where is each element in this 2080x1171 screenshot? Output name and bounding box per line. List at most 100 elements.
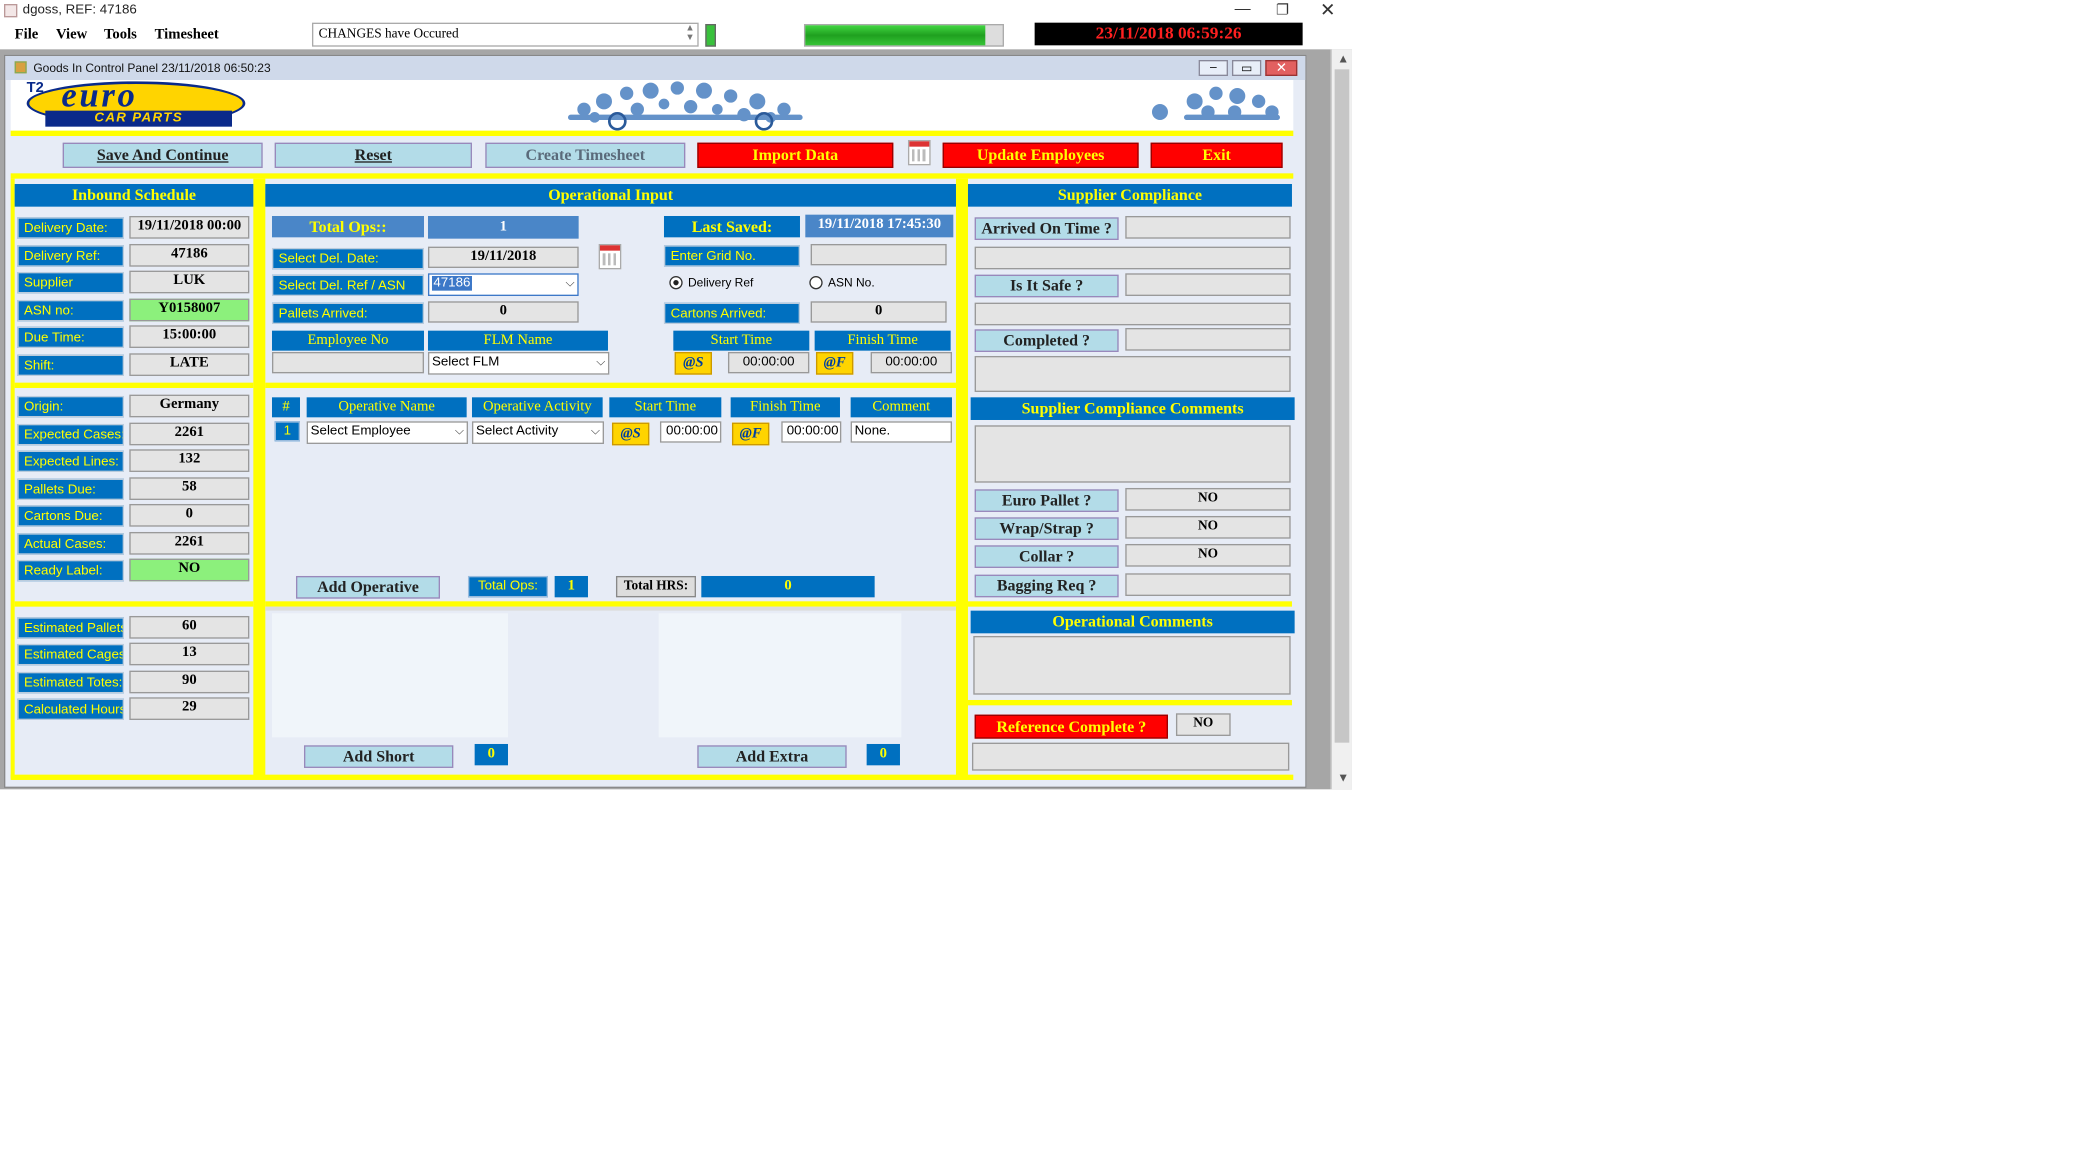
window-titlebar: dgoss, REF: 47186 — ❐ ✕	[0, 0, 1352, 23]
save-and-continue-button[interactable]: Save And Continue	[62, 142, 263, 168]
start-time-header: Start Time	[673, 330, 810, 351]
inbound-value: Y0158007	[129, 297, 250, 321]
flm-select[interactable]: Select FLM ⌵	[427, 351, 610, 375]
menu-bar: File View Tools Timesheet CHANGES have O…	[0, 22, 1352, 50]
operational-comments[interactable]	[973, 635, 1291, 695]
footer-divider	[10, 774, 1294, 780]
create-timesheet-button[interactable]: Create Timesheet	[485, 142, 686, 168]
menu-tools[interactable]: Tools	[104, 27, 137, 43]
reference-complete-value[interactable]: NO	[1175, 713, 1231, 736]
column-divider-1	[253, 178, 266, 779]
child-app-icon	[14, 61, 27, 74]
euro-pallet-value[interactable]: NO	[1125, 487, 1291, 511]
operative-activity-select[interactable]: Select Activity ⌵	[471, 421, 604, 444]
scroll-down-icon[interactable]: ▼	[1337, 771, 1349, 784]
flm-start-time[interactable]: 00:00:00	[727, 351, 810, 374]
arrived-on-time-notes[interactable]	[974, 246, 1291, 270]
menu-view[interactable]: View	[56, 27, 87, 43]
completed-label: Completed ?	[974, 329, 1119, 352]
del-ref-value: 47186	[431, 275, 472, 291]
wrap-strap-value[interactable]: NO	[1125, 515, 1291, 539]
close-icon[interactable]: ✕	[1320, 0, 1336, 21]
ops-col-comment: Comment	[850, 397, 952, 418]
exit-button[interactable]: Exit	[1150, 142, 1283, 168]
scroll-arrows-icon[interactable]: ▲ ▼	[685, 23, 694, 43]
operative-start-now-button[interactable]: @S	[611, 422, 650, 446]
date-picker-icon[interactable]	[598, 243, 622, 270]
total-ops-value: 1	[427, 215, 579, 239]
scroll-thumb[interactable]	[1334, 69, 1350, 743]
delivery-ref-radio[interactable]	[669, 275, 683, 290]
del-ref-select[interactable]: 47186 ⌵	[427, 273, 579, 296]
extra-count: 0	[866, 743, 900, 766]
operative-employee-select[interactable]: Select Employee ⌵	[306, 421, 468, 444]
child-close-icon[interactable]: ✕	[1265, 59, 1298, 76]
child-maximize-icon[interactable]: ▭	[1231, 59, 1262, 76]
inbound-value: 15:00:00	[129, 325, 250, 348]
inbound-label: Origin:	[17, 395, 124, 418]
flm-finish-now-button[interactable]: @F	[815, 351, 854, 375]
inbound-divider-1	[14, 382, 254, 388]
completed-value[interactable]	[1125, 327, 1291, 351]
operative-finish-now-button[interactable]: @F	[731, 422, 770, 446]
operative-start-time[interactable]: 00:00:00	[659, 421, 722, 443]
pallets-arrived-value[interactable]: 0	[427, 301, 579, 323]
flm-start-now-button[interactable]: @S	[674, 351, 712, 375]
add-operative-button[interactable]: Add Operative	[295, 575, 440, 599]
menu-timesheet[interactable]: Timesheet	[155, 27, 219, 43]
operative-comment[interactable]: None.	[850, 421, 952, 443]
ops-row-number: 1	[274, 421, 300, 442]
supplier-compliance-comments[interactable]	[974, 425, 1291, 483]
arrived-on-time-value[interactable]	[1125, 215, 1291, 239]
completed-notes[interactable]	[974, 355, 1291, 392]
app-icon	[3, 3, 18, 18]
inbound-value: 19/11/2018 00:00	[129, 215, 250, 239]
inbound-label: Supplier	[17, 271, 124, 294]
euro-car-parts-logo: euro T2 CAR PARTS	[21, 76, 250, 128]
del-date-field[interactable]: 19/11/2018	[427, 246, 579, 268]
inbound-label: Estimated Pallets:	[17, 617, 124, 639]
minimize-icon[interactable]: —	[1235, 0, 1251, 17]
asn-no-radio[interactable]	[809, 275, 823, 290]
inbound-divider-2	[14, 601, 254, 607]
extras-list[interactable]	[658, 613, 902, 738]
car-parts-graphic	[567, 81, 803, 131]
child-minimize-icon[interactable]: –	[1198, 59, 1228, 76]
shorts-list[interactable]	[271, 613, 508, 738]
add-extra-button[interactable]: Add Extra	[697, 745, 847, 768]
inbound-label: Expected Lines:	[17, 450, 124, 472]
update-employees-button[interactable]: Update Employees	[942, 142, 1139, 168]
ops-col-finish: Finish Time	[730, 397, 840, 418]
menu-file[interactable]: File	[15, 27, 39, 43]
inbound-value: NO	[129, 558, 250, 582]
grid-no-input[interactable]	[810, 243, 947, 266]
total-ops-footer-label: Total Ops:	[467, 575, 548, 598]
total-ops-footer-value: 1	[554, 575, 588, 598]
total-ops-label: Total Ops::	[271, 215, 424, 238]
reset-button[interactable]: Reset	[274, 142, 472, 168]
restore-icon[interactable]: ❐	[1276, 1, 1289, 19]
inbound-label: Delivery Date:	[17, 217, 124, 239]
collar-value[interactable]: NO	[1125, 543, 1291, 567]
last-saved-label: Last Saved:	[663, 215, 800, 238]
calendar-icon[interactable]	[907, 139, 931, 166]
collar-label: Collar ?	[974, 545, 1119, 568]
add-short-button[interactable]: Add Short	[303, 745, 454, 768]
inbound-value: Germany	[129, 394, 250, 418]
is-it-safe-notes[interactable]	[974, 302, 1291, 326]
bagging-req-value[interactable]	[1125, 573, 1291, 596]
cartons-arrived-value[interactable]: 0	[810, 301, 947, 323]
window-title: dgoss, REF: 47186	[22, 2, 137, 18]
import-data-button[interactable]: Import Data	[697, 142, 894, 168]
operative-finish-time[interactable]: 00:00:00	[781, 421, 842, 443]
employee-no-input[interactable]	[271, 351, 424, 374]
reference-complete-notes[interactable]	[971, 742, 1290, 771]
main-scrollbar[interactable]: ▲ ▼	[1330, 49, 1352, 790]
operative-employee-value: Select Employee	[310, 423, 411, 439]
ops-col-num: #	[271, 397, 300, 418]
scroll-up-icon[interactable]: ▲	[1337, 52, 1349, 65]
reference-complete-button[interactable]: Reference Complete ?	[974, 714, 1168, 739]
is-it-safe-value[interactable]	[1125, 273, 1291, 296]
flm-finish-time[interactable]: 00:00:00	[870, 351, 952, 374]
inbound-label: Estimated Totes:	[17, 671, 124, 693]
